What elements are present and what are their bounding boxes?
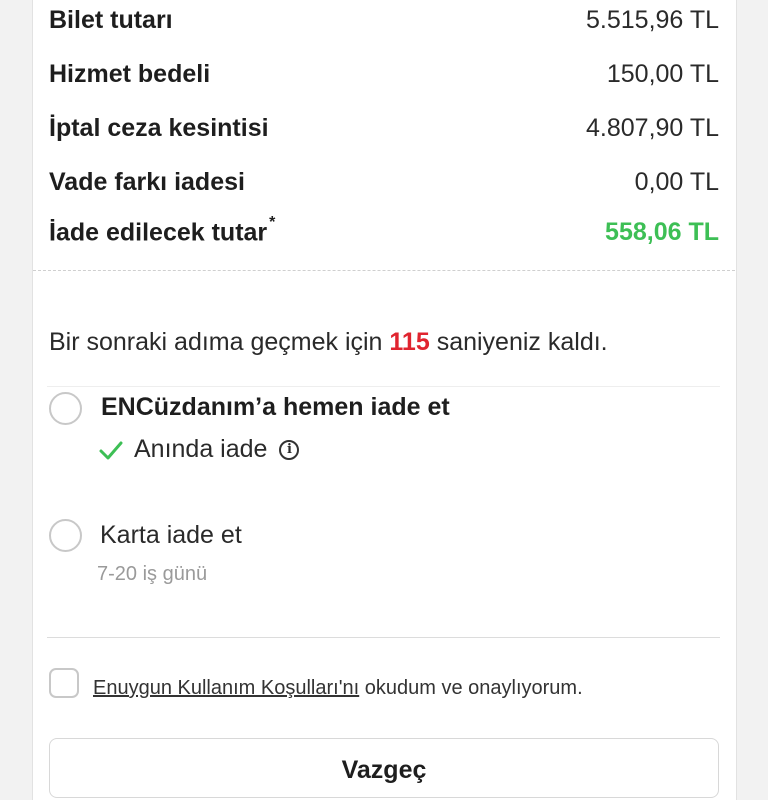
checkmark-icon bbox=[99, 441, 123, 459]
summary-row-ticket: Bilet tutarı 5.515,96 TL bbox=[49, 6, 719, 35]
refund-total-value: 558,06 TL bbox=[605, 218, 719, 247]
terms-suffix: okudum ve onaylıyorum. bbox=[359, 677, 583, 699]
ticket-amount-label: Bilet tutarı bbox=[49, 6, 173, 34]
terms-link[interactable]: Enuygun Kullanım Koşulları'nı bbox=[93, 677, 359, 699]
card-refund-option-title[interactable]: Karta iade et bbox=[100, 521, 242, 550]
summary-divider bbox=[33, 270, 735, 271]
wallet-refund-radio[interactable] bbox=[49, 392, 82, 425]
service-fee-value: 150,00 TL bbox=[606, 60, 719, 88]
summary-row-maturity-refund: Vade farkı iadesi 0,00 TL bbox=[49, 168, 719, 197]
maturity-refund-value: 0,00 TL bbox=[634, 168, 719, 196]
cancel-button[interactable]: Vazgeç bbox=[49, 738, 719, 798]
maturity-refund-label: Vade farkı iadesi bbox=[49, 168, 245, 196]
ticket-amount-value: 5.515,96 TL bbox=[586, 6, 719, 34]
countdown-after: saniyeniz kaldı. bbox=[429, 328, 608, 356]
summary-row-service-fee: Hizmet bedeli 150,00 TL bbox=[49, 60, 719, 89]
info-icon[interactable]: i bbox=[279, 439, 300, 460]
countdown-text: Bir sonraki adıma geçmek için 115 saniye… bbox=[49, 328, 608, 357]
cancel-penalty-label: İptal ceza kesintisi bbox=[49, 114, 269, 142]
footnote-marker: * bbox=[269, 214, 276, 231]
countdown-before: Bir sonraki adıma geçmek için bbox=[49, 328, 390, 356]
instant-refund-label: Anında iade bbox=[134, 435, 268, 463]
wallet-refund-subtitle: Anında iade i bbox=[98, 435, 300, 464]
terms-text: Enuygun Kullanım Koşulları'nı okudum ve … bbox=[93, 677, 583, 700]
cancel-penalty-value: 4.807,90 TL bbox=[586, 114, 719, 142]
wallet-refund-option-title[interactable]: ENCüzdanım’a hemen iade et bbox=[101, 393, 450, 422]
summary-row-refund-total: İade edilecek tutar * 558,06 TL bbox=[49, 214, 719, 247]
terms-checkbox[interactable] bbox=[49, 668, 79, 698]
refund-total-label-text: İade edilecek tutar bbox=[49, 218, 268, 247]
service-fee-label: Hizmet bedeli bbox=[49, 60, 211, 88]
card-refund-duration: 7-20 iş günü bbox=[97, 563, 208, 585]
summary-row-cancel-penalty: İptal ceza kesintisi 4.807,90 TL bbox=[49, 114, 719, 143]
refund-total-label: İade edilecek tutar * bbox=[49, 214, 275, 247]
card-refund-radio[interactable] bbox=[49, 519, 82, 552]
countdown-seconds: 115 bbox=[389, 328, 430, 356]
refund-options-panel bbox=[47, 386, 720, 638]
